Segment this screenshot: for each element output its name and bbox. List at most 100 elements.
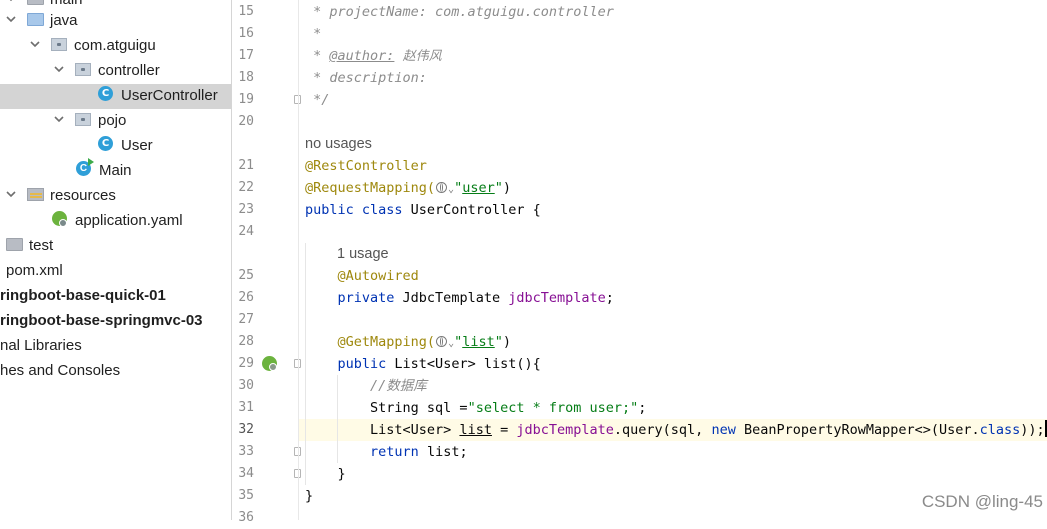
code-token: list xyxy=(462,334,495,350)
indent-guide xyxy=(305,243,306,485)
code-line[interactable]: * xyxy=(299,23,1047,45)
web-endpoint-icon[interactable]: ⌄ xyxy=(435,180,454,196)
code-token: ; xyxy=(638,400,647,416)
tree-item-hes-and-consoles[interactable]: hes and Consoles xyxy=(0,359,231,384)
line-number: 15 xyxy=(238,4,254,19)
code-token: public xyxy=(337,356,395,372)
chevron-down-icon[interactable] xyxy=(28,37,42,51)
tree-item-application-yaml[interactable]: application.yaml xyxy=(0,209,231,234)
tree-item-resources[interactable]: resources xyxy=(0,184,231,209)
code-line[interactable]: @RequestMapping(⌄"user") xyxy=(299,177,1047,199)
code-line[interactable]: String sql ="select * from user;"; xyxy=(299,397,1047,419)
tree-item-usercontroller[interactable]: C UserController xyxy=(0,84,231,109)
line-number: 25 xyxy=(238,268,254,283)
line-number: 18 xyxy=(238,70,254,85)
code-line[interactable]: @Autowired xyxy=(299,265,1047,287)
code-token: List<User> xyxy=(305,422,460,438)
tree-item-ringboot-base-quick-01[interactable]: ringboot-base-quick-01 xyxy=(0,284,231,309)
tree-item-label: nal Libraries xyxy=(0,337,82,354)
endpoint-icon[interactable] xyxy=(262,356,277,371)
code-token: public class xyxy=(305,202,411,218)
usage-hint[interactable]: 1 usage xyxy=(299,243,1047,265)
code-token: " xyxy=(454,334,463,350)
code-token: String sql = xyxy=(305,400,468,416)
tree-item-pom-xml[interactable]: pom.xml xyxy=(0,259,231,284)
line-number: 17 xyxy=(238,48,254,63)
code-line[interactable] xyxy=(299,309,1047,331)
line-number: 21 xyxy=(238,158,254,173)
code-line[interactable]: @RestController xyxy=(299,155,1047,177)
code-token: = xyxy=(491,422,517,438)
code-line[interactable]: return list; xyxy=(299,441,1047,463)
tree-item-nal-libraries[interactable]: nal Libraries xyxy=(0,334,231,359)
code-token: " xyxy=(494,180,503,196)
tree-item-controller[interactable]: controller xyxy=(0,59,231,84)
code-token: user xyxy=(462,180,495,196)
chevron-down-icon[interactable] xyxy=(52,62,66,76)
code-line[interactable]: List<User> list = jdbcTemplate.query(sql… xyxy=(299,419,1047,441)
code-token: * description: xyxy=(305,70,427,86)
tree-item-pojo[interactable]: pojo xyxy=(0,109,231,134)
code-token: @GetMapping( xyxy=(337,334,436,350)
tree-item-label: com.atguigu xyxy=(74,37,156,54)
tree-item-java[interactable]: java xyxy=(0,9,231,34)
tree-item-user[interactable]: C User xyxy=(0,134,231,159)
tree-item-test[interactable]: test xyxy=(0,234,231,259)
line-number: 30 xyxy=(238,378,254,393)
code-token: list xyxy=(459,422,492,438)
line-number: 28 xyxy=(238,334,254,349)
tree-item-label: ringboot-base-springmvc-03 xyxy=(0,312,203,329)
code-line[interactable]: * description: xyxy=(299,67,1047,89)
tree-item-com-atguigu[interactable]: com.atguigu xyxy=(0,34,231,59)
code-token: * xyxy=(305,26,322,42)
line-number: 23 xyxy=(238,202,254,217)
line-number: 20 xyxy=(238,114,254,129)
code-token: private xyxy=(337,290,403,306)
tree-item-ringboot-base-springmvc-03[interactable]: ringboot-base-springmvc-03 xyxy=(0,309,231,334)
code-token: @RestController xyxy=(305,158,427,174)
code-line[interactable]: private JdbcTemplate jdbcTemplate; xyxy=(299,287,1047,309)
code-line[interactable]: @GetMapping(⌄"list") xyxy=(299,331,1047,353)
code-line[interactable]: //数据库 xyxy=(299,375,1047,397)
code-line[interactable] xyxy=(299,221,1047,243)
code-token: new xyxy=(711,422,744,438)
code-line[interactable] xyxy=(299,111,1047,133)
line-number: 35 xyxy=(238,488,254,503)
code-line[interactable]: * projectName: com.atguigu.controller xyxy=(299,1,1047,23)
indent-guide xyxy=(337,375,339,463)
line-number: 33 xyxy=(238,444,254,459)
code-text: } xyxy=(299,488,313,504)
code-line[interactable]: public class UserController { xyxy=(299,199,1047,221)
code-text: * description: xyxy=(299,70,427,86)
code-text: @GetMapping(⌄"list") xyxy=(299,334,512,350)
tree-item-main[interactable]: C Main xyxy=(0,158,231,184)
package-icon xyxy=(51,38,67,51)
text-caret xyxy=(1044,420,1047,437)
code-token: class xyxy=(979,422,1021,438)
chevron-down-icon[interactable] xyxy=(4,187,18,201)
code-line[interactable]: * @author: 赵伟风 xyxy=(299,45,1047,67)
code-editor[interactable]: * projectName: com.atguigu.controller * … xyxy=(299,0,1047,520)
usage-hint[interactable]: no usages xyxy=(299,133,1047,155)
tree-item-label: resources xyxy=(50,187,116,204)
tree-item-label: pom.xml xyxy=(6,262,63,279)
class-icon: C xyxy=(98,86,113,101)
code-token: } xyxy=(305,466,346,482)
code-token: jdbcTemplate xyxy=(516,422,614,438)
code-text: @RestController xyxy=(299,158,427,174)
code-line[interactable]: public List<User> list(){ xyxy=(299,353,1047,375)
code-text: private JdbcTemplate jdbcTemplate; xyxy=(299,290,614,306)
chevron-down-icon[interactable] xyxy=(52,112,66,126)
code-token: .query(sql, xyxy=(613,422,712,438)
chevron-down-icon[interactable] xyxy=(4,0,18,5)
chevron-down-icon[interactable] xyxy=(4,12,18,26)
code-token: * projectName: com.atguigu.controller xyxy=(305,4,614,20)
code-line[interactable]: } xyxy=(299,463,1047,485)
web-endpoint-icon[interactable]: ⌄ xyxy=(435,334,454,350)
tree-item-label: User xyxy=(121,137,153,154)
code-line[interactable]: */ xyxy=(299,89,1047,111)
